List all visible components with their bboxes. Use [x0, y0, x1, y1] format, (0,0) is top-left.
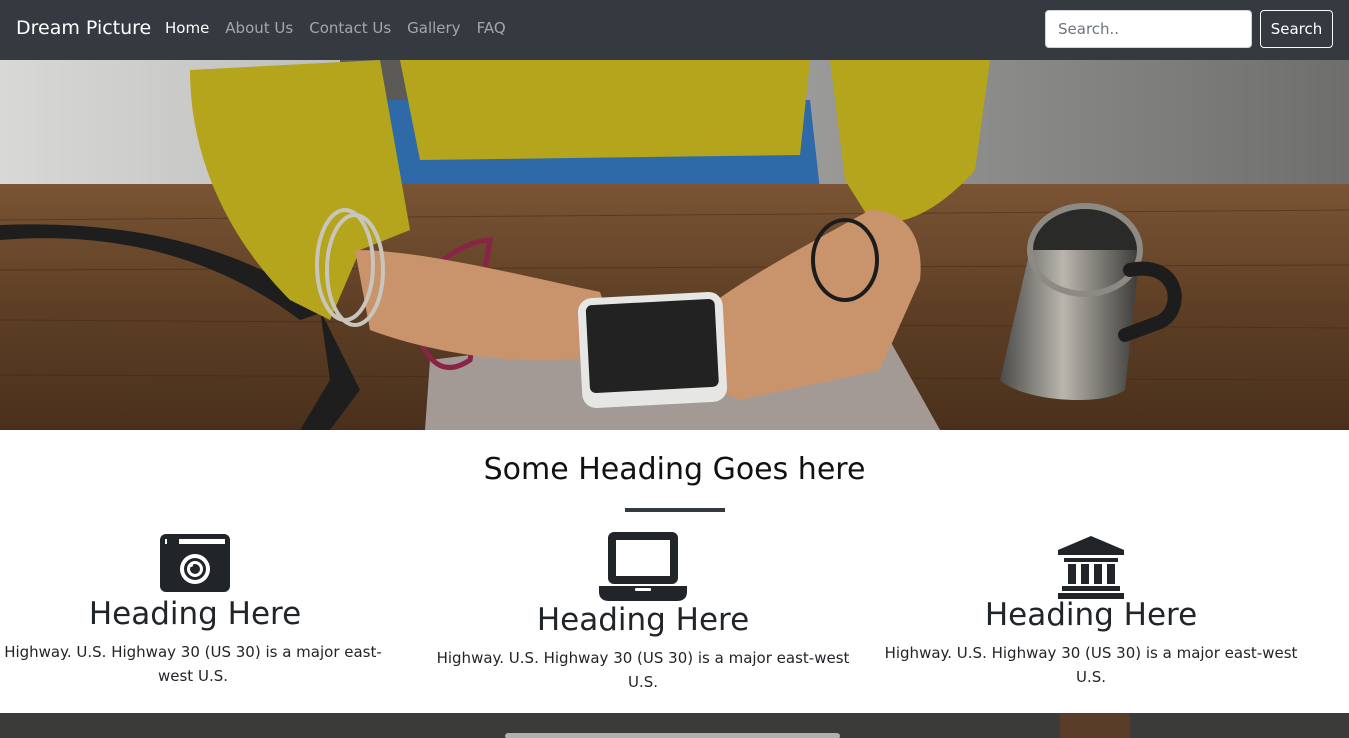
nav-link-about-us[interactable]: About Us	[225, 19, 293, 37]
feature-title: Heading Here	[984, 597, 1198, 633]
nav-link-faq[interactable]: FAQ	[477, 19, 506, 37]
brand-logo[interactable]: Dream Picture	[16, 17, 151, 39]
feature-title: Heading Here	[536, 602, 750, 638]
feature-text: Highway. U.S. Highway 30 (US 30) is a ma…	[436, 649, 850, 691]
next-section-background	[0, 713, 1349, 738]
search-input[interactable]	[1045, 10, 1252, 48]
feature-card-laptop: Heading Here Highway. U.S. Highway 30 (U…	[433, 530, 853, 694]
nav-links: Home About Us Contact Us Gallery FAQ	[165, 19, 506, 37]
feature-title: Heading Here	[88, 596, 302, 632]
heading-divider	[625, 508, 725, 512]
bank-icon	[1058, 536, 1124, 599]
search-button[interactable]: Search	[1260, 10, 1333, 48]
section-heading: Some Heading Goes here	[483, 452, 866, 487]
nav-link-gallery[interactable]: Gallery	[407, 19, 460, 37]
laptop-icon	[599, 532, 687, 601]
feature-card-bank: Heading Here Highway. U.S. Highway 30 (U…	[881, 530, 1301, 689]
feature-text: Highway. U.S. Highway 30 (US 30) is a ma…	[4, 643, 382, 685]
feature-text: Highway. U.S. Highway 30 (US 30) is a ma…	[884, 644, 1298, 686]
nav-link-home[interactable]: Home	[165, 19, 209, 37]
navbar: Dream Picture Home About Us Contact Us G…	[0, 0, 1349, 60]
hero-image	[0, 60, 1349, 430]
feature-card-camera: Heading Here Highway. U.S. Highway 30 (U…	[0, 530, 390, 688]
camera-icon	[160, 534, 230, 592]
nav-link-contact-us[interactable]: Contact Us	[309, 19, 391, 37]
